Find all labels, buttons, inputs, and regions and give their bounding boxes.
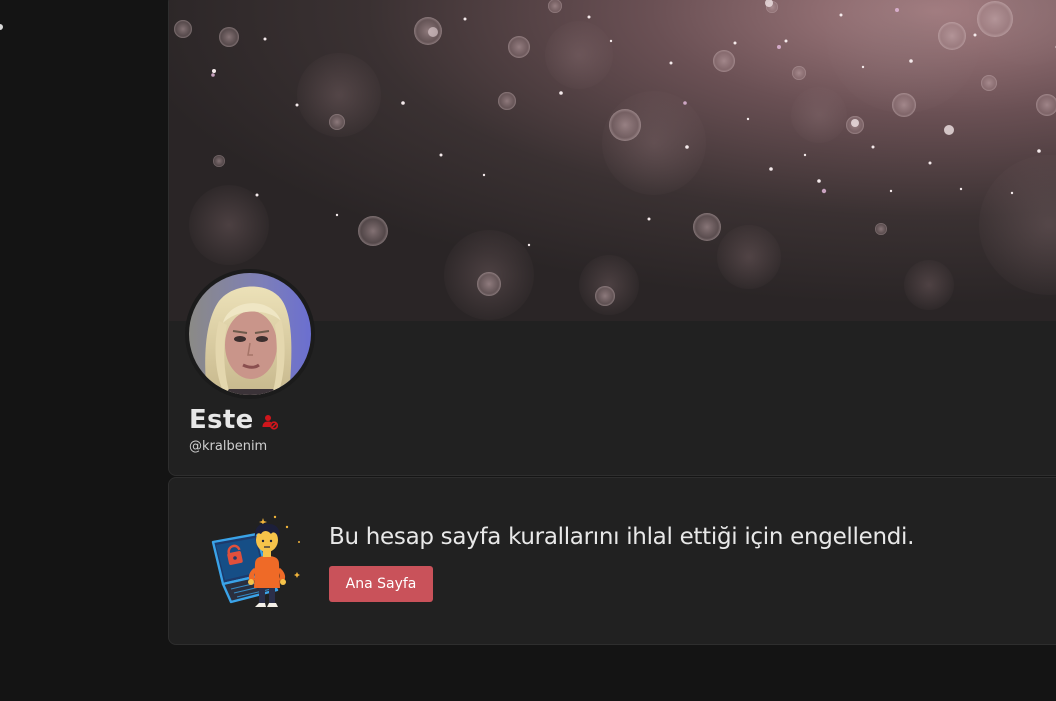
cover-image [169, 0, 1056, 321]
profile-card: Este @kralbenim [168, 0, 1056, 476]
locked-laptop-illustration [207, 512, 309, 612]
page: Este @kralbenim Bu hesap sayfa kuralları… [0, 0, 1056, 701]
username: @kralbenim [189, 439, 268, 454]
sidebar-edge-dot [0, 24, 3, 30]
display-name: Este [189, 405, 254, 435]
user-ban-icon [262, 414, 278, 430]
ban-notice-card: Bu hesap sayfa kurallarını ihlal ettiği … [168, 477, 1056, 645]
avatar[interactable] [185, 269, 315, 399]
ban-message: Bu hesap sayfa kurallarını ihlal ettiği … [329, 524, 915, 550]
profile-name-row: Este [189, 405, 278, 435]
home-button[interactable]: Ana Sayfa [329, 566, 433, 602]
